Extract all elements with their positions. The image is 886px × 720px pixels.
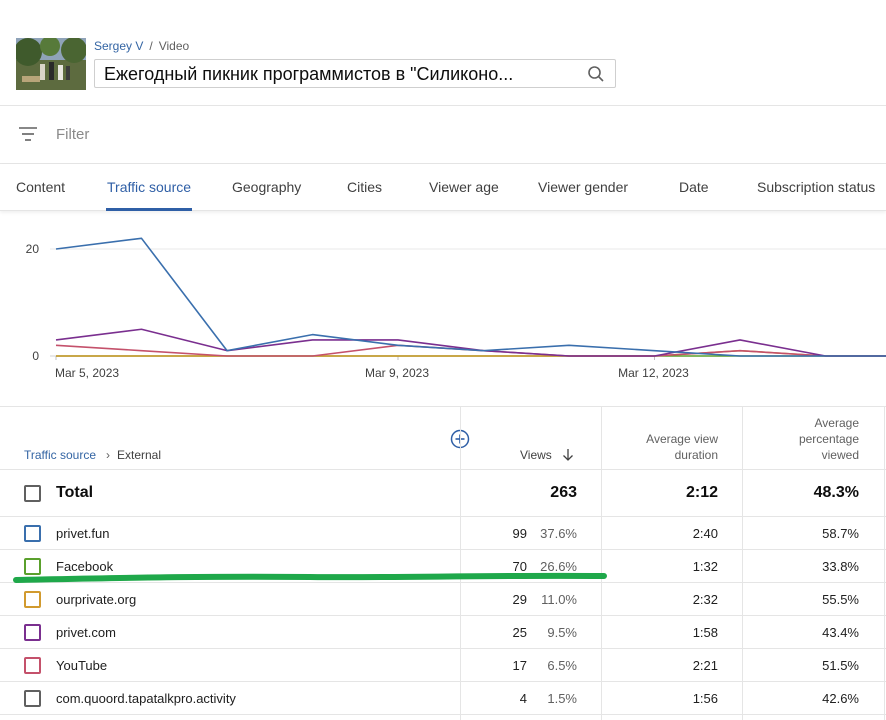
header-text: duration — [674, 448, 718, 462]
views-share: 6.5% — [547, 658, 577, 673]
header-text: percentage — [798, 432, 859, 446]
table-row[interactable]: Facebook 70 26.6% 1:32 33.8% — [0, 550, 886, 583]
video-title: Ежегодный пикник программистов в "Силико… — [104, 64, 514, 84]
tab-cities[interactable]: Cities — [347, 179, 382, 195]
video-header: Sergey V / Video Ежегодный пикник программ… — [0, 0, 886, 106]
table-row[interactable]: ourprivate.org 29 11.0% 2:32 55.5% — [0, 583, 886, 616]
tab-geography[interactable]: Geography — [232, 179, 301, 195]
tab-viewer-age[interactable]: Viewer age — [429, 179, 499, 195]
views-value: 99 — [512, 526, 527, 541]
column-divider — [460, 407, 461, 720]
traffic-source-link[interactable]: Traffic source — [24, 448, 96, 462]
table-row[interactable]: privet.com 25 9.5% 1:58 43.4% — [0, 616, 886, 649]
breadcrumb-section: Video — [158, 39, 190, 53]
avg-duration-value: 1:32 — [692, 559, 718, 574]
traffic-source-name[interactable]: Facebook — [56, 559, 113, 574]
column-header-views[interactable]: Views — [520, 448, 552, 462]
avg-pct-value: 43.4% — [822, 625, 859, 640]
avg-pct-value: 42.6% — [822, 691, 859, 706]
video-title-selector[interactable]: Ежегодный пикник программистов в "Силико… — [94, 59, 616, 88]
header-text: viewed — [821, 448, 859, 462]
avg-pct-value: 33.8% — [822, 559, 859, 574]
tab-date[interactable]: Date — [679, 179, 709, 195]
header-text: Average — [814, 416, 859, 430]
column-divider — [884, 407, 885, 720]
total-duration: 2:12 — [685, 484, 718, 501]
sort-down-icon[interactable] — [562, 448, 574, 462]
line-chart: 20 0 Mar 5, 2023 Mar 9, 2023 Mar 12, 2023 — [26, 237, 886, 380]
tab-traffic-source[interactable]: Traffic source — [107, 179, 191, 195]
views-value: 17 — [512, 658, 527, 673]
views-share: 11.0% — [541, 592, 577, 607]
row-checkbox[interactable] — [24, 591, 41, 608]
avg-duration-value: 2:32 — [692, 592, 718, 607]
views-share: 1.5% — [547, 691, 577, 706]
tab-viewer-gender[interactable]: Viewer gender — [538, 179, 628, 195]
column-divider — [742, 407, 743, 720]
total-views: 263 — [550, 484, 577, 501]
traffic-chart: 20 0 Mar 5, 2023 Mar 9, 2023 Mar 12, 2023 — [0, 212, 886, 406]
avg-duration-value: 1:58 — [692, 625, 718, 640]
views-share: 26.6% — [540, 559, 577, 574]
views-share: 9.5% — [547, 625, 577, 640]
traffic-source-name[interactable]: privet.fun — [56, 526, 109, 541]
avg-duration-value: 1:56 — [692, 691, 718, 706]
table-row[interactable]: com.quoord.tapatalkpro.activity 4 1.5% 1:56… — [0, 682, 886, 715]
column-header-avg-percentage[interactable]: Average percentage viewed — [744, 415, 859, 463]
channel-link[interactable]: Sergey V — [94, 39, 143, 53]
header-text: Average view — [646, 432, 718, 446]
chevron-right-icon: › — [106, 448, 110, 462]
traffic-source-name[interactable]: YouTube — [56, 658, 107, 673]
table-header: Traffic source › External Views Average … — [0, 407, 886, 470]
column-header-avg-duration[interactable]: Average view duration — [602, 431, 718, 463]
video-thumbnail[interactable] — [16, 38, 86, 90]
row-checkbox[interactable] — [24, 525, 41, 542]
views-value: 70 — [512, 559, 527, 574]
breadcrumb: Sergey V / Video — [94, 39, 189, 53]
breadcrumb-separator: / — [149, 39, 153, 53]
avg-duration-value: 2:40 — [692, 526, 718, 541]
traffic-source-name[interactable]: privet.com — [56, 625, 116, 640]
table-row[interactable]: YouTube 17 6.5% 2:21 51.5% — [0, 649, 886, 682]
avg-duration-value: 2:21 — [692, 658, 718, 673]
traffic-source-name[interactable]: ourprivate.org — [56, 592, 136, 607]
table-row-total: Total 263 2:12 48.3% — [0, 470, 886, 517]
filter-bar[interactable]: Filter — [0, 106, 886, 164]
search-icon[interactable] — [587, 65, 605, 83]
y-tick-label: 0 — [32, 349, 39, 363]
total-pct-viewed: 48.3% — [813, 484, 859, 501]
avg-pct-value: 58.7% — [822, 526, 859, 541]
tab-content[interactable]: Content — [16, 179, 65, 195]
views-share: 37.6% — [540, 526, 577, 541]
row-checkbox[interactable] — [24, 690, 41, 707]
table-row[interactable]: privet.fun 99 37.6% 2:40 58.7% — [0, 517, 886, 550]
x-tick-label: Mar 5, 2023 — [55, 366, 119, 380]
select-all-checkbox[interactable] — [24, 485, 41, 502]
avg-pct-value: 55.5% — [822, 592, 859, 607]
views-value: 29 — [512, 592, 527, 607]
row-checkbox[interactable] — [24, 624, 41, 641]
avg-pct-value: 51.5% — [822, 658, 859, 673]
active-tab-indicator — [106, 208, 192, 211]
total-label: Total — [56, 484, 94, 501]
row-checkbox[interactable] — [24, 558, 41, 575]
traffic-source-name[interactable]: com.quoord.tapatalkpro.activity — [56, 691, 236, 706]
column-divider — [601, 407, 602, 720]
filter-icon[interactable] — [18, 126, 38, 142]
row-checkbox[interactable] — [24, 657, 41, 674]
traffic-table: Traffic source › External Views Average … — [0, 406, 886, 720]
dimension-tabs: Content Traffic source Geography Cities … — [0, 164, 886, 211]
tab-subscription-status[interactable]: Subscription status — [757, 179, 875, 195]
x-tick-label: Mar 9, 2023 — [365, 366, 429, 380]
views-value: 4 — [519, 691, 527, 706]
breadcrumb-current: External — [117, 448, 162, 462]
x-tick-label: Mar 12, 2023 — [618, 366, 689, 380]
filter-placeholder: Filter — [56, 126, 90, 143]
views-value: 25 — [512, 625, 527, 640]
y-tick-label: 20 — [26, 242, 40, 256]
